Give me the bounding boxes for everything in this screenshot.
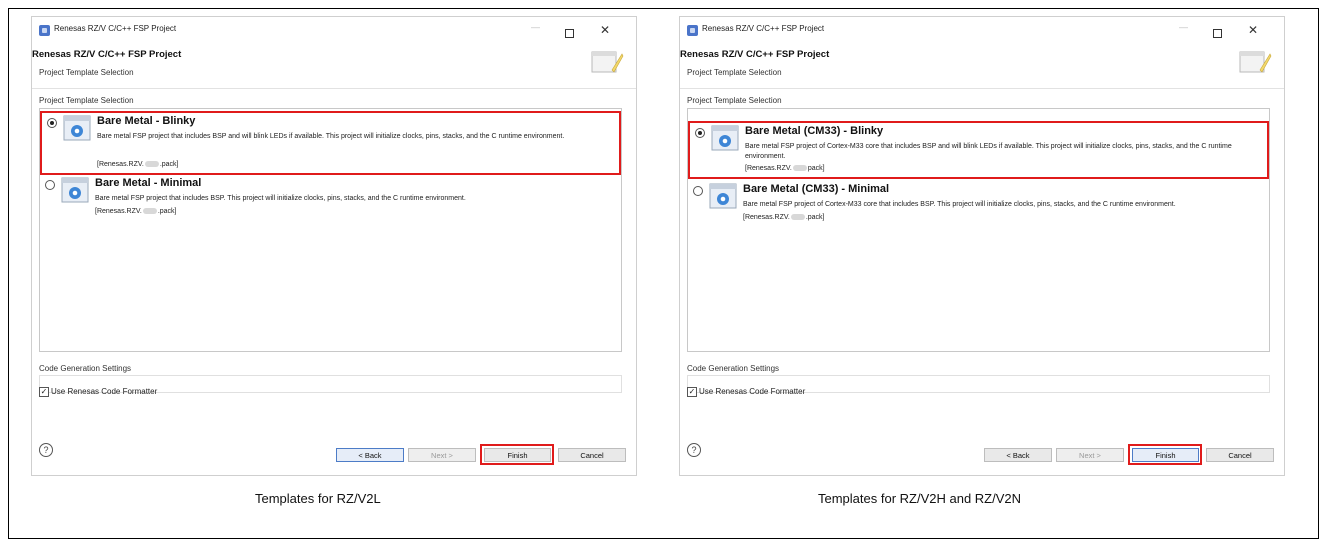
template-name: Bare Metal (CM33) - Blinky (745, 125, 884, 137)
template-name: Bare Metal - Blinky (97, 115, 196, 127)
next-button[interactable]: Next > (1056, 448, 1124, 462)
caption-rzv2l: Templates for RZ/V2L (255, 491, 381, 506)
wizard-banner-icon (1239, 51, 1272, 73)
code-generation-label: Code Generation Settings (39, 364, 132, 373)
template-bare-metal-blinky[interactable]: Bare Metal - Blinky Bare metal FSP proje… (40, 111, 621, 175)
wizard-banner-icon (591, 51, 624, 73)
next-button[interactable]: Next > (408, 448, 476, 462)
template-description: Bare metal FSP project of Cortex-M33 cor… (743, 201, 1176, 208)
app-icon (39, 25, 50, 36)
template-description: Bare metal FSP project of Cortex-M33 cor… (745, 143, 1232, 160)
minimize-icon[interactable]: — (531, 22, 540, 32)
redacted-version (144, 161, 159, 168)
template-group-label: Project Template Selection (39, 96, 134, 105)
app-icon (687, 25, 698, 36)
project-gear-icon (63, 115, 91, 141)
wizard-window-rzv2l: Renesas RZ/V C/C++ FSP Project — ✕ Renes… (31, 16, 637, 476)
project-gear-icon (711, 125, 739, 151)
template-name: Bare Metal (CM33) - Minimal (743, 183, 890, 195)
maximize-icon[interactable] (565, 29, 574, 38)
header-separator (680, 88, 1284, 89)
template-group-label: Project Template Selection (687, 96, 782, 105)
redacted-version (790, 214, 805, 221)
minimize-icon[interactable]: — (1179, 22, 1188, 32)
dialog-subtitle: Project Template Selection (39, 68, 134, 77)
dialog-subtitle: Project Template Selection (687, 68, 782, 77)
template-list: Bare Metal - Blinky Bare metal FSP proje… (39, 108, 622, 352)
dialog-title: Renesas RZ/V C/C++ FSP Project (32, 49, 182, 60)
project-gear-icon (61, 177, 89, 203)
formatter-label: Use Renesas Code Formatter (699, 387, 806, 396)
template-pack: [Renesas.RZV. .pack] (743, 214, 825, 221)
code-generation-label: Code Generation Settings (687, 364, 780, 373)
window-titlebar: Renesas RZ/V C/C++ FSP Project — ✕ (680, 17, 1284, 43)
template-description: Bare metal FSP project that includes BSP… (95, 195, 466, 202)
template-bare-metal-cm33-minimal[interactable]: Bare Metal (CM33) - Minimal Bare metal F… (688, 181, 1269, 245)
close-icon[interactable]: ✕ (1248, 23, 1258, 37)
template-pack: [Renesas.RZV. pack] (745, 165, 825, 172)
window-title: Renesas RZ/V C/C++ FSP Project (702, 24, 825, 33)
window-titlebar: Renesas RZ/V C/C++ FSP Project — ✕ (32, 17, 636, 43)
radio-selected[interactable] (695, 128, 705, 138)
radio-selected[interactable] (47, 118, 57, 128)
template-description: Bare metal FSP project that includes BSP… (97, 133, 565, 140)
window-title: Renesas RZ/V C/C++ FSP Project (54, 24, 177, 33)
back-button[interactable]: < Back (984, 448, 1052, 462)
dialog-title: Renesas RZ/V C/C++ FSP Project (680, 49, 830, 60)
redacted-version (142, 208, 157, 215)
template-bare-metal-minimal[interactable]: Bare Metal - Minimal Bare metal FSP proj… (40, 175, 621, 239)
caption-rzv2h-rzv2n: Templates for RZ/V2H and RZ/V2N (818, 491, 1022, 506)
help-icon[interactable]: ? (39, 443, 53, 457)
close-icon[interactable]: ✕ (600, 23, 610, 37)
template-pack: [Renesas.RZV. .pack] (97, 161, 179, 168)
maximize-icon[interactable] (1213, 29, 1222, 38)
header-separator (32, 88, 636, 89)
cancel-button[interactable]: Cancel (1206, 448, 1274, 462)
wizard-window-rzv2h: Renesas RZ/V C/C++ FSP Project — ✕ Renes… (679, 16, 1285, 476)
project-gear-icon (709, 183, 737, 209)
formatter-checkbox[interactable]: ✓ (687, 387, 697, 397)
help-icon[interactable]: ? (687, 443, 701, 457)
cancel-button[interactable]: Cancel (558, 448, 626, 462)
template-list: Bare Metal (CM33) - Blinky Bare metal FS… (687, 108, 1270, 352)
formatter-label: Use Renesas Code Formatter (51, 387, 158, 396)
radio-unselected[interactable] (693, 186, 703, 196)
redacted-version (792, 165, 807, 172)
template-name: Bare Metal - Minimal (95, 177, 202, 189)
back-button[interactable]: < Back (336, 448, 404, 462)
formatter-checkbox[interactable]: ✓ (39, 387, 49, 397)
finish-highlight (1128, 444, 1202, 465)
finish-highlight (480, 444, 554, 465)
template-bare-metal-cm33-blinky[interactable]: Bare Metal (CM33) - Blinky Bare metal FS… (688, 121, 1269, 179)
radio-unselected[interactable] (45, 180, 55, 190)
template-pack: [Renesas.RZV. .pack] (95, 208, 177, 215)
